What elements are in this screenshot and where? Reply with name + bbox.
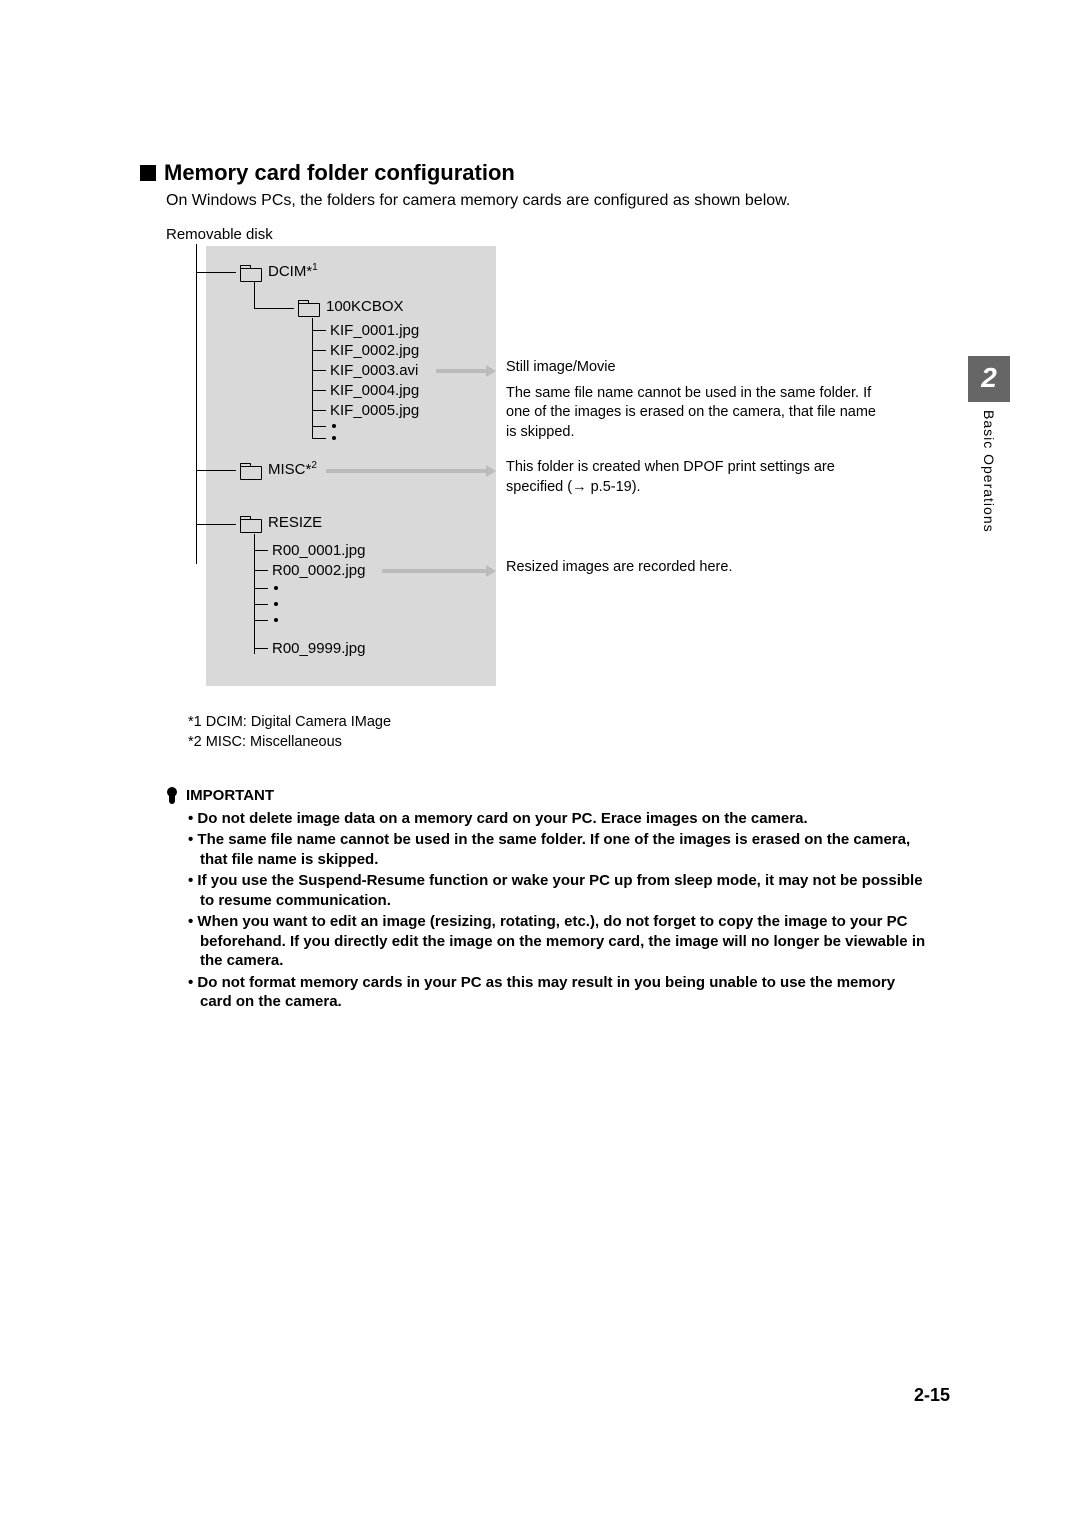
footnote-2: *2 MISC: Miscellaneous — [188, 732, 930, 752]
page-number: 2-15 — [914, 1385, 950, 1406]
footnote-1: *1 DCIM: Digital Camera IMage — [188, 712, 930, 732]
folder-tree-diagram: Removable disk DCIM*1 100KCBOX KIF_0001.… — [166, 230, 930, 700]
important-item: If you use the Suspend-Resume function o… — [188, 871, 930, 910]
important-item: Do not format memory cards in your PC as… — [188, 973, 930, 1012]
tree-line — [196, 272, 236, 273]
footnotes: *1 DCIM: Digital Camera IMage *2 MISC: M… — [188, 712, 930, 753]
folder-resize: RESIZE — [240, 514, 322, 531]
file-resize-1: R00_0002.jpg — [272, 562, 365, 579]
tree-line — [254, 534, 255, 654]
important-block: IMPORTANT Do not delete image data on a … — [166, 787, 930, 1012]
folder-icon — [240, 514, 262, 530]
arrow-icon — [326, 466, 496, 476]
page: 2 Basic Operations 2-15 Memory card fold… — [0, 0, 1080, 1526]
section-intro: On Windows PCs, the folders for camera m… — [166, 192, 930, 210]
tree-line — [254, 588, 268, 589]
note-misc: This folder is created when DPOF print s… — [506, 458, 886, 497]
file-kif-3: KIF_0004.jpg — [330, 382, 419, 399]
tree-root-label: Removable disk — [166, 226, 273, 243]
tree-line — [312, 410, 326, 411]
folder-icon — [298, 298, 320, 314]
folder-icon — [240, 263, 262, 279]
important-list: Do not delete image data on a memory car… — [188, 809, 930, 1012]
tree-line — [312, 426, 326, 427]
ellipsis-dot-icon — [274, 586, 278, 590]
tree-line — [254, 620, 268, 621]
arrow-icon — [436, 366, 496, 376]
tree-line — [254, 308, 294, 309]
folder-dcim-label: DCIM* — [268, 263, 312, 280]
tree-line — [196, 244, 197, 564]
section-title: Memory card folder configuration — [140, 160, 930, 186]
folder-misc-label: MISC* — [268, 461, 311, 478]
file-resize-last: R00_9999.jpg — [272, 640, 365, 657]
folder-100kcbox: 100KCBOX — [298, 298, 404, 315]
ellipsis-dot-icon — [332, 436, 336, 440]
tree-line — [312, 438, 326, 439]
content: Memory card folder configuration On Wind… — [140, 160, 930, 1014]
tree-line — [196, 524, 236, 525]
tree-line — [254, 604, 268, 605]
ellipsis-dot-icon — [274, 602, 278, 606]
ellipsis-dot-icon — [274, 618, 278, 622]
chapter-tab: 2 Basic Operations — [968, 356, 1010, 533]
file-kif-2: KIF_0003.avi — [330, 362, 418, 379]
tree-line — [312, 330, 326, 331]
file-kif-4: KIF_0005.jpg — [330, 402, 419, 419]
tree-line — [254, 648, 268, 649]
important-heading: IMPORTANT — [166, 787, 930, 805]
folder-resize-label: RESIZE — [268, 514, 322, 531]
square-bullet-icon — [140, 165, 156, 181]
important-item: When you want to edit an image (resizing… — [188, 912, 930, 971]
tree-line — [312, 350, 326, 351]
tree-line — [312, 390, 326, 391]
note-still-image: Still image/Movie The same file name can… — [506, 358, 886, 442]
important-item: The same file name cannot be used in the… — [188, 830, 930, 869]
tree-line — [196, 470, 236, 471]
chapter-number: 2 — [968, 356, 1010, 402]
folder-100kcbox-label: 100KCBOX — [326, 298, 404, 315]
tree-line — [254, 550, 268, 551]
important-item: Do not delete image data on a memory car… — [188, 809, 930, 829]
important-bulb-icon — [166, 787, 178, 805]
tree-line — [254, 282, 255, 308]
note-still-title: Still image/Movie — [506, 358, 886, 378]
folder-icon — [240, 461, 262, 477]
file-kif-0: KIF_0001.jpg — [330, 322, 419, 339]
ellipsis-dot-icon — [332, 424, 336, 428]
file-kif-1: KIF_0002.jpg — [330, 342, 419, 359]
important-heading-text: IMPORTANT — [186, 787, 274, 804]
footnote-ref-2: 2 — [311, 460, 317, 471]
footnote-ref-1: 1 — [312, 262, 318, 273]
note-still-body: The same file name cannot be used in the… — [506, 384, 886, 443]
tree-line — [312, 318, 313, 438]
tree-line — [312, 370, 326, 371]
note-resize: Resized images are recorded here. — [506, 558, 766, 578]
chapter-label: Basic Operations — [981, 410, 997, 533]
arrow-icon — [382, 566, 496, 576]
folder-dcim: DCIM*1 — [240, 262, 318, 280]
section-title-text: Memory card folder configuration — [164, 160, 515, 185]
tree-line — [254, 570, 268, 571]
file-resize-0: R00_0001.jpg — [272, 542, 365, 559]
folder-misc: MISC*2 — [240, 460, 317, 478]
